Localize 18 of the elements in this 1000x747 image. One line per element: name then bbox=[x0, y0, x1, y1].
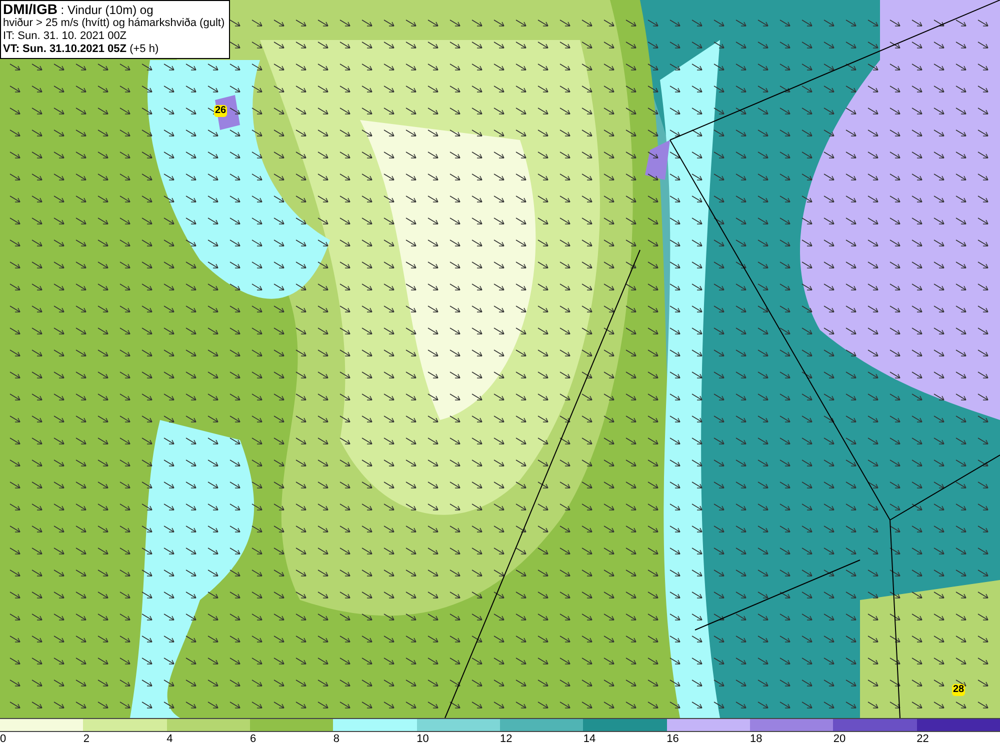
legend-tick-label: 6 bbox=[250, 732, 256, 747]
legend-tick-label: 20 bbox=[833, 732, 846, 747]
gust-label: 28 bbox=[952, 684, 966, 696]
title-line: IT: Sun. 31. 10. 2021 00Z bbox=[3, 30, 128, 43]
legend-tick-label: 2 bbox=[83, 732, 90, 747]
legend-tick-label: 10 bbox=[416, 732, 429, 747]
legend-tick-label: 12 bbox=[500, 732, 512, 747]
legend-tick-label: 18 bbox=[750, 732, 762, 747]
title-line: VT: Sun. 31.10.2021 05Z (+5 h) bbox=[3, 43, 160, 56]
legend-tick-label: 0 bbox=[0, 732, 6, 747]
legend-tick-label: 16 bbox=[666, 732, 679, 747]
title-line: DMI/IGB : Vindur (10m) og bbox=[3, 3, 154, 17]
title-line: hviður > 25 m/s (hvítt) og hámarkshviða (gult) bbox=[3, 17, 225, 30]
legend-tick-label: 22 bbox=[916, 732, 929, 747]
gust-label: 26 bbox=[214, 105, 228, 117]
legend-tick-label: 8 bbox=[333, 732, 340, 747]
legend-tick-label: 4 bbox=[166, 732, 173, 747]
legend-tick-label: 14 bbox=[583, 732, 596, 747]
